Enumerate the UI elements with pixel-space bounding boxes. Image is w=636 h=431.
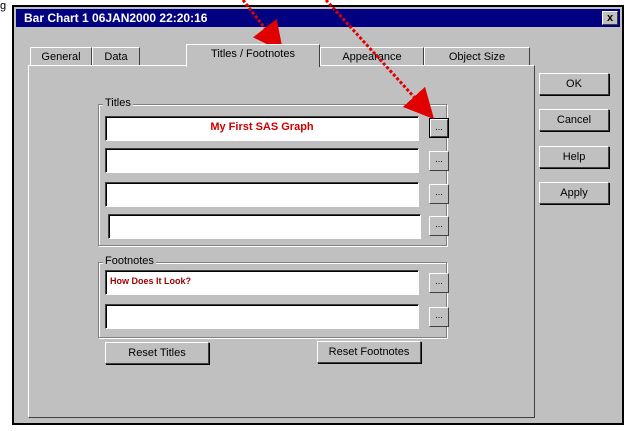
titles-footnotes-panel: Titles My First SAS Graph ... ... ... ..…	[28, 65, 535, 418]
window-title: Bar Chart 1 06JAN2000 22:20:16	[24, 11, 208, 25]
title-1-field[interactable]: My First SAS Graph	[105, 116, 419, 141]
tab-object-size[interactable]: Object Size	[424, 47, 530, 66]
footnote-2-browse-button[interactable]: ...	[429, 307, 449, 327]
title-3-browse-button[interactable]: ...	[429, 184, 449, 204]
reset-footnotes-button[interactable]: Reset Footnotes	[317, 341, 421, 363]
footnotes-group: Footnotes How Does It Look? ... ...	[98, 255, 449, 338]
title-4-browse-button[interactable]: ...	[429, 216, 449, 236]
titles-group: Titles My First SAS Graph ... ... ... ..…	[98, 97, 449, 246]
tab-data[interactable]: Data	[92, 47, 140, 66]
titles-group-label: Titles	[103, 97, 133, 109]
help-button[interactable]: Help	[539, 146, 609, 168]
title-3-field[interactable]	[105, 182, 419, 207]
cancel-button[interactable]: Cancel	[539, 109, 609, 131]
close-button[interactable]: x	[602, 11, 618, 25]
footnote-1-field[interactable]: How Does It Look?	[105, 270, 419, 295]
title-4-field[interactable]	[108, 214, 421, 239]
footnote-2-field[interactable]	[105, 304, 419, 329]
title-2-field[interactable]	[105, 148, 419, 173]
title-1-browse-button[interactable]: ...	[429, 118, 449, 138]
tab-appearance[interactable]: Appearance	[320, 47, 424, 66]
ok-button[interactable]: OK	[539, 73, 609, 95]
title-1-value: My First SAS Graph	[210, 121, 314, 133]
footnote-1-value: How Does It Look?	[110, 276, 191, 286]
footnote-1-browse-button[interactable]: ...	[429, 273, 449, 293]
caption-fragment: g	[0, 0, 7, 12]
dialog-window: Bar Chart 1 06JAN2000 22:20:16 x General…	[12, 5, 624, 425]
title-bar: Bar Chart 1 06JAN2000 22:20:16 x	[16, 9, 620, 27]
apply-button[interactable]: Apply	[539, 182, 609, 204]
title-2-browse-button[interactable]: ...	[429, 151, 449, 171]
tab-strip: General Data Titles / Footnotes Appearan…	[26, 44, 546, 67]
reset-titles-button[interactable]: Reset Titles	[105, 342, 209, 364]
footnotes-group-label: Footnotes	[103, 255, 156, 267]
tab-general[interactable]: General	[30, 47, 92, 66]
tab-titles-footnotes[interactable]: Titles / Footnotes	[186, 44, 320, 67]
